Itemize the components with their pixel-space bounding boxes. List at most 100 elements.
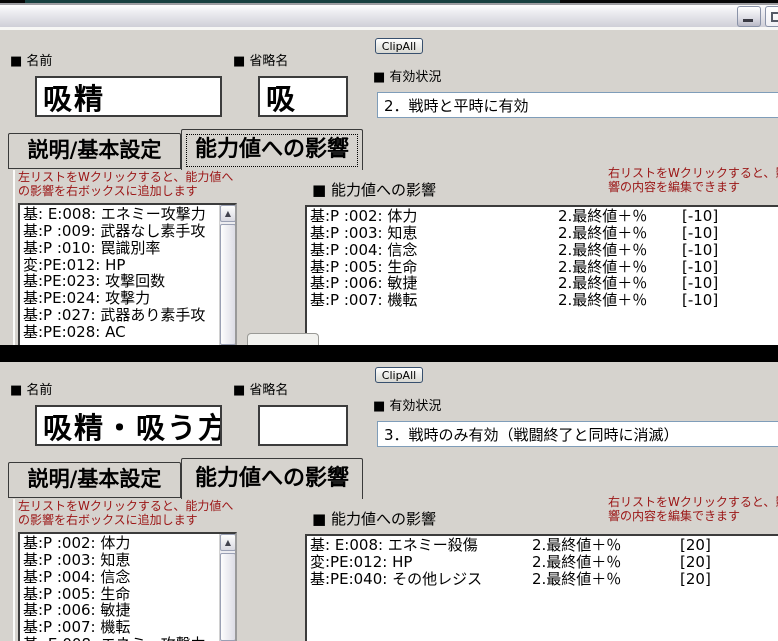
effect-target: 変:PE:012: HP [310,552,413,571]
effect-row[interactable]: 基:P :005: 生命 2.最終値＋％ [-10] [310,257,778,276]
list-item[interactable]: 基:P :002: 体力 [23,535,219,552]
abbr-name-input[interactable] [258,405,348,446]
clipall-button[interactable]: ClipAll [375,367,423,383]
list-item[interactable]: 基:P :006: 敏捷 [23,602,219,619]
effect-target: 基:PE:040: その他レジス [310,569,483,588]
tab-description-settings[interactable]: 説明/基本設定 [8,462,181,498]
tab-description-settings[interactable]: 説明/基本設定 [8,133,181,169]
effects-header: ■ 能力値への影響 [312,510,436,528]
effect-mode: 2.最終値＋％ [558,223,648,242]
effect-target: 基:P :006: 敏捷 [310,274,418,293]
effect-row[interactable]: 基: E:008: エネミー殺傷 2.最終値＋％ [20] [310,537,778,554]
effect-value: [-10] [682,223,719,242]
list-item[interactable]: 基:PE:024: 攻撃力 [23,290,219,307]
effect-value: [-10] [682,274,719,293]
effect-row[interactable]: 基:P :007: 機転 2.最終値＋％ [-10] [310,292,778,309]
effect-mode: 2.最終値＋％ [532,552,622,571]
scrollbar[interactable]: ▲ [219,534,235,641]
list-item[interactable]: 基:P :009: 武器なし素手攻 [23,223,219,240]
maximize-button[interactable] [765,6,778,27]
list-item[interactable]: 基:P :003: 知恵 [23,552,219,569]
effect-target: 基: E:008: エネミー殺傷 [310,536,478,554]
tab-focus-rect [186,134,358,167]
left-list-hint: 左リストをWクリックすると、能力値へ の影響を右ボックスに追加します [18,170,234,198]
effect-target: 基:P :004: 信念 [310,240,418,259]
effect-value: [-10] [682,257,719,276]
list-item[interactable]: 基:P :027: 武器あり素手攻 [23,307,219,324]
tab-page-edge [13,170,15,345]
right-list-hint: 右リストをWクリックすると、影 響の内容を編集できます [608,166,778,194]
ability-effects-list[interactable]: 基:P :002: 体力 2.最終値＋％ [-10] 基:P :003: 知恵 2.最終… [305,205,778,345]
name-input[interactable] [35,76,222,117]
effect-value: [20] [680,536,711,554]
effect-target: 基:P :002: 体力 [310,207,418,225]
name-label: ■ 名前 [10,54,53,69]
effects-header: ■ 能力値への影響 [312,181,436,199]
ability-source-list[interactable]: ▲ 基: E:008: エネミー攻撃力 基:P :009: 武器なし素手攻 基:P … [18,203,237,345]
effect-target: 基:P :003: 知恵 [310,223,418,242]
minimize-icon [743,19,753,22]
tab-page-edge [13,499,15,641]
list-item[interactable]: 基:P :007: 機転 [23,619,219,636]
effect-value: [-10] [682,207,719,225]
scroll-thumb[interactable] [220,553,235,641]
title-bar-surface [0,5,778,30]
effect-mode: 2.最終値＋％ [532,569,622,588]
title-bar [0,0,778,33]
effect-mode: 2.最終値＋％ [558,257,648,276]
list-item[interactable]: 基: E:008: エネミー攻撃力 [23,636,219,641]
effect-row[interactable]: 基:PE:040: その他レジス 2.最終値＋％ [20] [310,569,778,588]
effect-row[interactable]: 基:P :002: 体力 2.最終値＋％ [-10] [310,208,778,225]
list-item[interactable]: 基:P :005: 生命 [23,586,219,603]
status-select[interactable] [377,421,778,447]
app-window: { "window": { "minimize_icon": "minimize… [0,0,778,641]
effect-row[interactable]: 変:PE:012: HP 2.最終値＋％ [20] [310,552,778,571]
minimize-button[interactable] [737,6,761,27]
scroll-thumb[interactable] [220,224,235,345]
effect-row[interactable]: 基:P :006: 敏捷 2.最終値＋％ [-10] [310,275,778,292]
status-select[interactable] [377,92,778,118]
effect-mode: 2.最終値＋％ [558,274,648,293]
abbr-name-label: ■ 省略名 [233,54,289,69]
effect-target: 基:P :007: 機転 [310,291,418,310]
status-label: ■ 有効状況 [373,70,442,85]
ability-source-list[interactable]: ▲ 基:P :002: 体力 基:P :003: 知恵 基:P :004: 信念 基:… [18,532,237,641]
skill-panel-top: ClipAll ■ 名前 ■ 省略名 ■ 有効状況 説明/基本設定 能力値への影… [0,33,778,345]
partial-button[interactable] [247,333,319,345]
effect-mode: 2.最終値＋％ [532,536,622,554]
tab-ability-effects[interactable]: 能力値への影響 [181,129,363,170]
effect-mode: 2.最終値＋％ [558,207,648,225]
effect-value: [20] [680,569,711,588]
status-label: ■ 有効状況 [373,399,442,414]
tab-ability-effects-label: 能力値への影響 [194,466,349,491]
right-list-hint: 右リストをWクリックすると、影 響の内容を編集できます [608,495,778,523]
effect-target: 基:P :005: 生命 [310,257,418,276]
panel-divider [0,345,778,362]
effect-mode: 2.最終値＋％ [558,291,648,310]
effect-row[interactable]: 基:P :003: 知恵 2.最終値＋％ [-10] [310,223,778,242]
scroll-up-icon[interactable]: ▲ [220,205,235,222]
effect-row[interactable]: 基:P :004: 信念 2.最終値＋％ [-10] [310,240,778,259]
skill-panel-bottom: ClipAll ■ 名前 ■ 省略名 ■ 有効状況 説明/基本設定 能力値への影… [0,362,778,641]
list-item[interactable]: 基:P :010: 罠識別率 [23,240,219,257]
scrollbar[interactable]: ▲ [219,205,235,345]
maximize-icon [771,12,778,22]
abbr-name-input[interactable] [258,76,348,117]
effect-value: [-10] [682,291,719,310]
abbr-name-label: ■ 省略名 [233,383,289,398]
list-item[interactable]: 基:PE:028: AC [23,324,219,341]
effect-value: [-10] [682,240,719,259]
effect-value: [20] [680,552,711,571]
list-item[interactable]: 変:PE:012: HP [23,257,219,274]
list-item[interactable]: 基: E:008: エネミー攻撃力 [23,206,219,223]
list-item[interactable]: 基:P :004: 信念 [23,569,219,586]
list-item[interactable]: 基:PE:023: 攻撃回数 [23,273,219,290]
scroll-up-icon[interactable]: ▲ [220,534,235,551]
left-list-hint: 左リストをWクリックすると、能力値へ の影響を右ボックスに追加します [18,499,234,527]
effect-mode: 2.最終値＋％ [558,240,648,259]
name-input[interactable] [35,405,222,446]
ability-effects-list[interactable]: 基: E:008: エネミー殺傷 2.最終値＋％ [20] 変:PE:012: HP 2… [305,534,778,641]
name-label: ■ 名前 [10,383,53,398]
clipall-button[interactable]: ClipAll [375,38,423,54]
tab-ability-effects[interactable]: 能力値への影響 [181,458,363,499]
